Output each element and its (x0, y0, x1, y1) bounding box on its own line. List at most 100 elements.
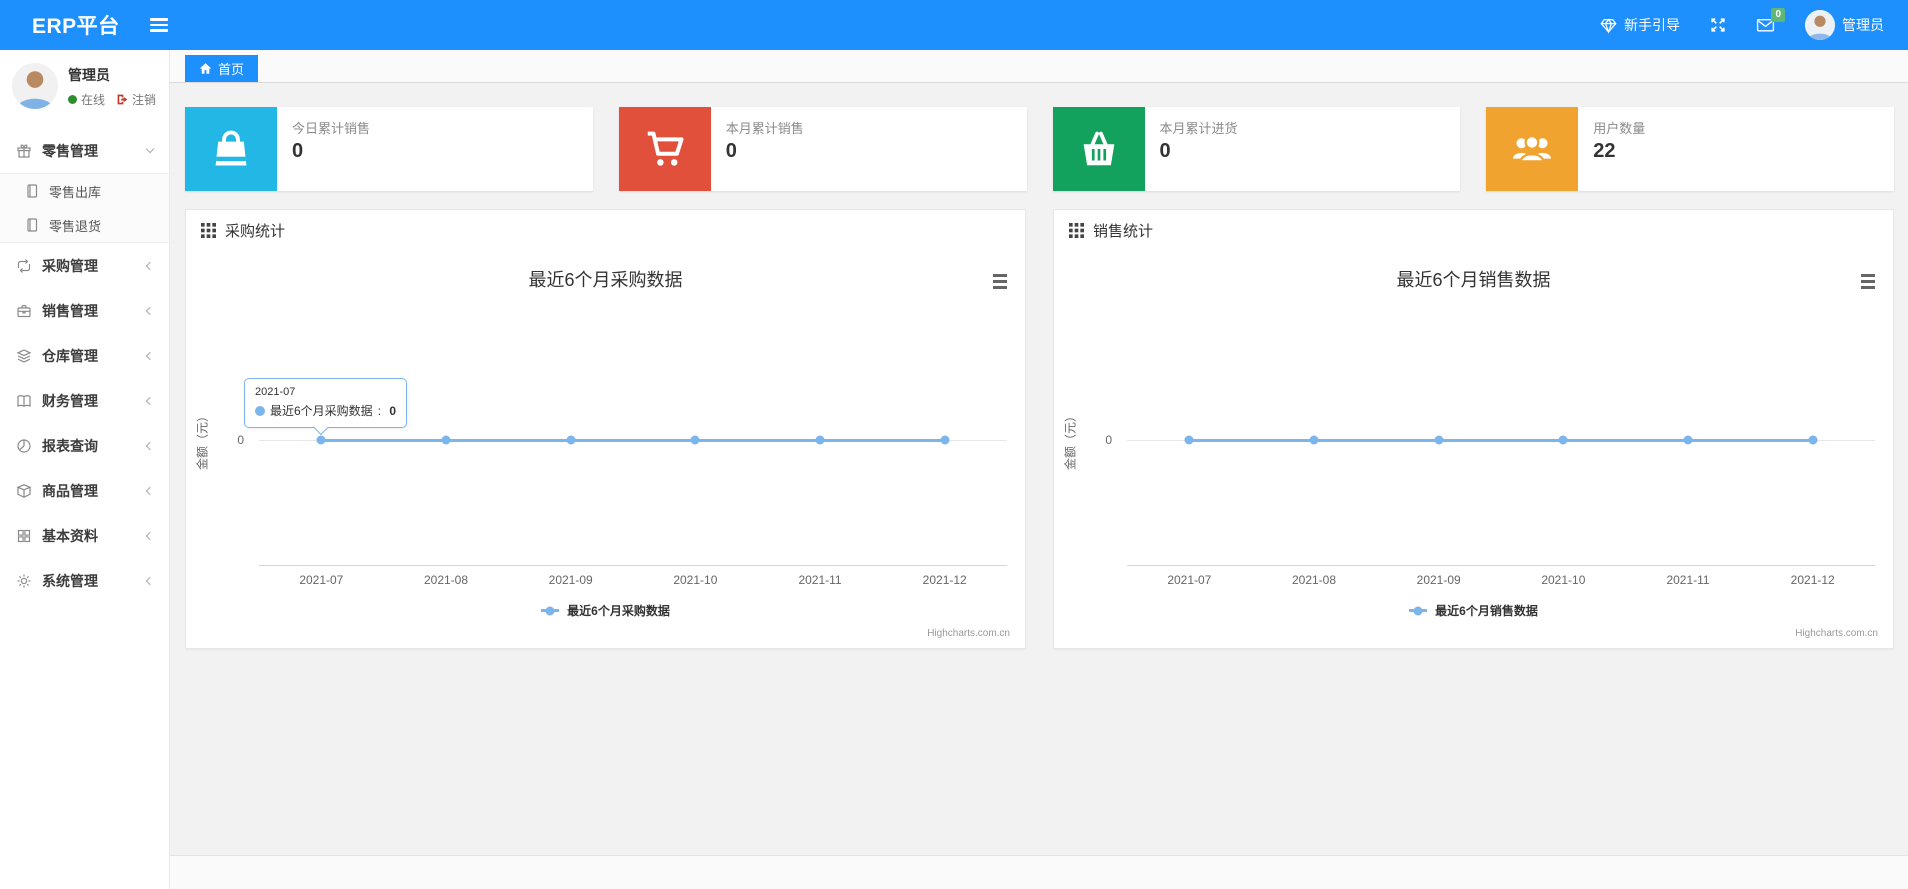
data-point-marker[interactable] (316, 435, 326, 445)
y-axis-label: 金额（元） (1063, 409, 1078, 471)
x-axis-line (259, 565, 1007, 566)
x-axis-tick-label: 2021-12 (922, 573, 967, 587)
retail-submenu: 零售出库 零售退货 (0, 173, 169, 243)
sidebar-item-retail[interactable]: 零售管理 (0, 128, 169, 173)
marker-slot (259, 250, 384, 648)
data-point-marker[interactable] (940, 435, 950, 445)
marker-slot (384, 250, 509, 648)
marker-slot (758, 250, 883, 648)
legend-marker-icon (541, 606, 560, 615)
stat-card-body: 本月累计进货 0 (1145, 107, 1238, 191)
panel-title: 销售统计 (1093, 222, 1154, 240)
data-point-marker[interactable] (566, 435, 576, 445)
guide-label: 新手引导 (1624, 17, 1680, 33)
sidebar: 管理员 在线 注销 零售管理 零售出库 零售退货 采购管理 销售管理 仓库管理 … (0, 50, 170, 889)
stat-card-label: 今日累计销售 (292, 121, 371, 136)
sidebar-user-info: 管理员 在线 注销 (68, 65, 156, 108)
sidebar-item-system[interactable]: 系统管理 (0, 558, 169, 603)
sidebar-user-panel: 管理员 在线 注销 (0, 50, 169, 120)
chart-tooltip: 2021-07 最近6个月采购数据: 0 (244, 378, 408, 436)
data-point-marker[interactable] (1434, 435, 1444, 445)
message-count-badge: 0 (1771, 8, 1785, 22)
data-point-marker[interactable] (690, 435, 700, 445)
x-axis-labels: 2021-07 2021-08 2021-09 2021-10 2021-11 2021-… (1127, 573, 1875, 587)
box-icon (16, 483, 32, 498)
gift-icon (17, 143, 31, 158)
data-point-marker[interactable] (1309, 435, 1319, 445)
data-point-marker[interactable] (1184, 435, 1194, 445)
marker-slot (1626, 250, 1751, 648)
marker-slot (1376, 250, 1501, 648)
sidebar-item-retail-outbound[interactable]: 零售出库 (0, 174, 169, 208)
sidebar-item-warehouse[interactable]: 仓库管理 (0, 333, 169, 378)
stat-card-today-sales[interactable]: 今日累计销售 0 (185, 107, 593, 191)
file-icon (27, 184, 38, 198)
marker-slot (633, 250, 758, 648)
sidebar-item-purchase[interactable]: 采购管理 (0, 243, 169, 288)
data-point-marker[interactable] (1558, 435, 1568, 445)
data-point-marker[interactable] (1808, 435, 1818, 445)
chevron-left-icon (145, 576, 155, 585)
sidebar-user-name: 管理员 (68, 66, 110, 83)
tab-home-label: 首页 (218, 62, 245, 77)
marker-slot (1750, 250, 1875, 648)
legend-item[interactable]: 最近6个月销售数据 (1054, 602, 1893, 619)
stat-card-body: 用户数量 22 (1578, 107, 1645, 191)
messages-button[interactable]: 0 (1756, 8, 1785, 33)
sidebar-item-finance[interactable]: 财务管理 (0, 378, 169, 423)
panel-header: 采购统计 (186, 210, 1025, 250)
sidebar-item-retail-return[interactable]: 零售退货 (0, 208, 169, 242)
gear-icon (17, 574, 31, 587)
sidebar-item-reports[interactable]: 报表查询 (0, 423, 169, 468)
series-markers (1127, 250, 1875, 648)
data-point-marker[interactable] (815, 435, 825, 445)
stat-card-month-purchase[interactable]: 本月累计进货 0 (1052, 107, 1461, 191)
marker-slot (1252, 250, 1377, 648)
user-avatar (1805, 10, 1835, 40)
fullscreen-button[interactable] (1710, 17, 1726, 33)
panel-header: 销售统计 (1054, 210, 1893, 250)
sidebar-toggle-button[interactable] (149, 18, 168, 32)
guide-button[interactable]: 新手引导 (1600, 15, 1680, 35)
sidebar-item-goods[interactable]: 商品管理 (0, 468, 169, 513)
tooltip-header: 2021-07 (255, 386, 296, 398)
stat-card-user-count[interactable]: 用户数量 22 (1486, 107, 1894, 191)
user-menu[interactable]: 管理员 (1805, 10, 1884, 40)
legend-item[interactable]: 最近6个月采购数据 (186, 602, 1025, 619)
chevron-left-icon (145, 396, 155, 405)
tab-bar: 首页 (170, 50, 1908, 83)
stat-card-label: 本月累计销售 (725, 121, 804, 136)
chevron-left-icon (145, 351, 155, 360)
x-axis-tick-label: 2021-07 (299, 573, 344, 587)
file-icon (27, 218, 38, 232)
sidebar-item-label: 财务管理 (42, 392, 98, 409)
marker-slot (508, 250, 633, 648)
fullscreen-icon (1710, 17, 1726, 33)
sidebar-item-basic-data[interactable]: 基本资料 (0, 513, 169, 558)
marker-slot (882, 250, 1007, 648)
shopping-cart-icon (618, 107, 711, 191)
logout-button[interactable]: 注销 (116, 91, 156, 108)
home-icon (199, 63, 212, 74)
data-point-marker[interactable] (441, 435, 451, 445)
x-axis-tick-label: 2021-10 (673, 573, 718, 587)
tooltip-value: 0 (389, 403, 397, 418)
main-content: 首页 今日累计销售 0 本月累计销售 0 本月累计进货 0 用户数量 22 采购… (170, 50, 1908, 889)
plot-area (259, 250, 1007, 648)
highcharts-credit-link[interactable]: Highcharts.com.cn (1795, 628, 1878, 639)
data-point-marker[interactable] (1683, 435, 1693, 445)
x-axis-tick-label: 2021-09 (548, 573, 593, 587)
sidebar-item-label: 商品管理 (42, 482, 98, 499)
highcharts-credit-link[interactable]: Highcharts.com.cn (927, 628, 1010, 639)
tab-home[interactable]: 首页 (185, 55, 259, 82)
stat-cards-row: 今日累计销售 0 本月累计销售 0 本月累计进货 0 用户数量 22 (185, 107, 1894, 191)
legend-marker-icon (1409, 606, 1428, 615)
stat-card-month-sales[interactable]: 本月累计销售 0 (618, 107, 1027, 191)
sidebar-item-label: 零售管理 (42, 142, 98, 159)
sidebar-item-sales[interactable]: 销售管理 (0, 288, 169, 333)
sidebar-item-label: 采购管理 (42, 257, 98, 274)
x-axis-tick-label: 2021-09 (1416, 573, 1461, 587)
chevron-down-icon (145, 144, 155, 154)
tooltip-row: 最近6个月采购数据: 0 (255, 402, 396, 419)
sidebar-item-label: 系统管理 (42, 572, 98, 589)
